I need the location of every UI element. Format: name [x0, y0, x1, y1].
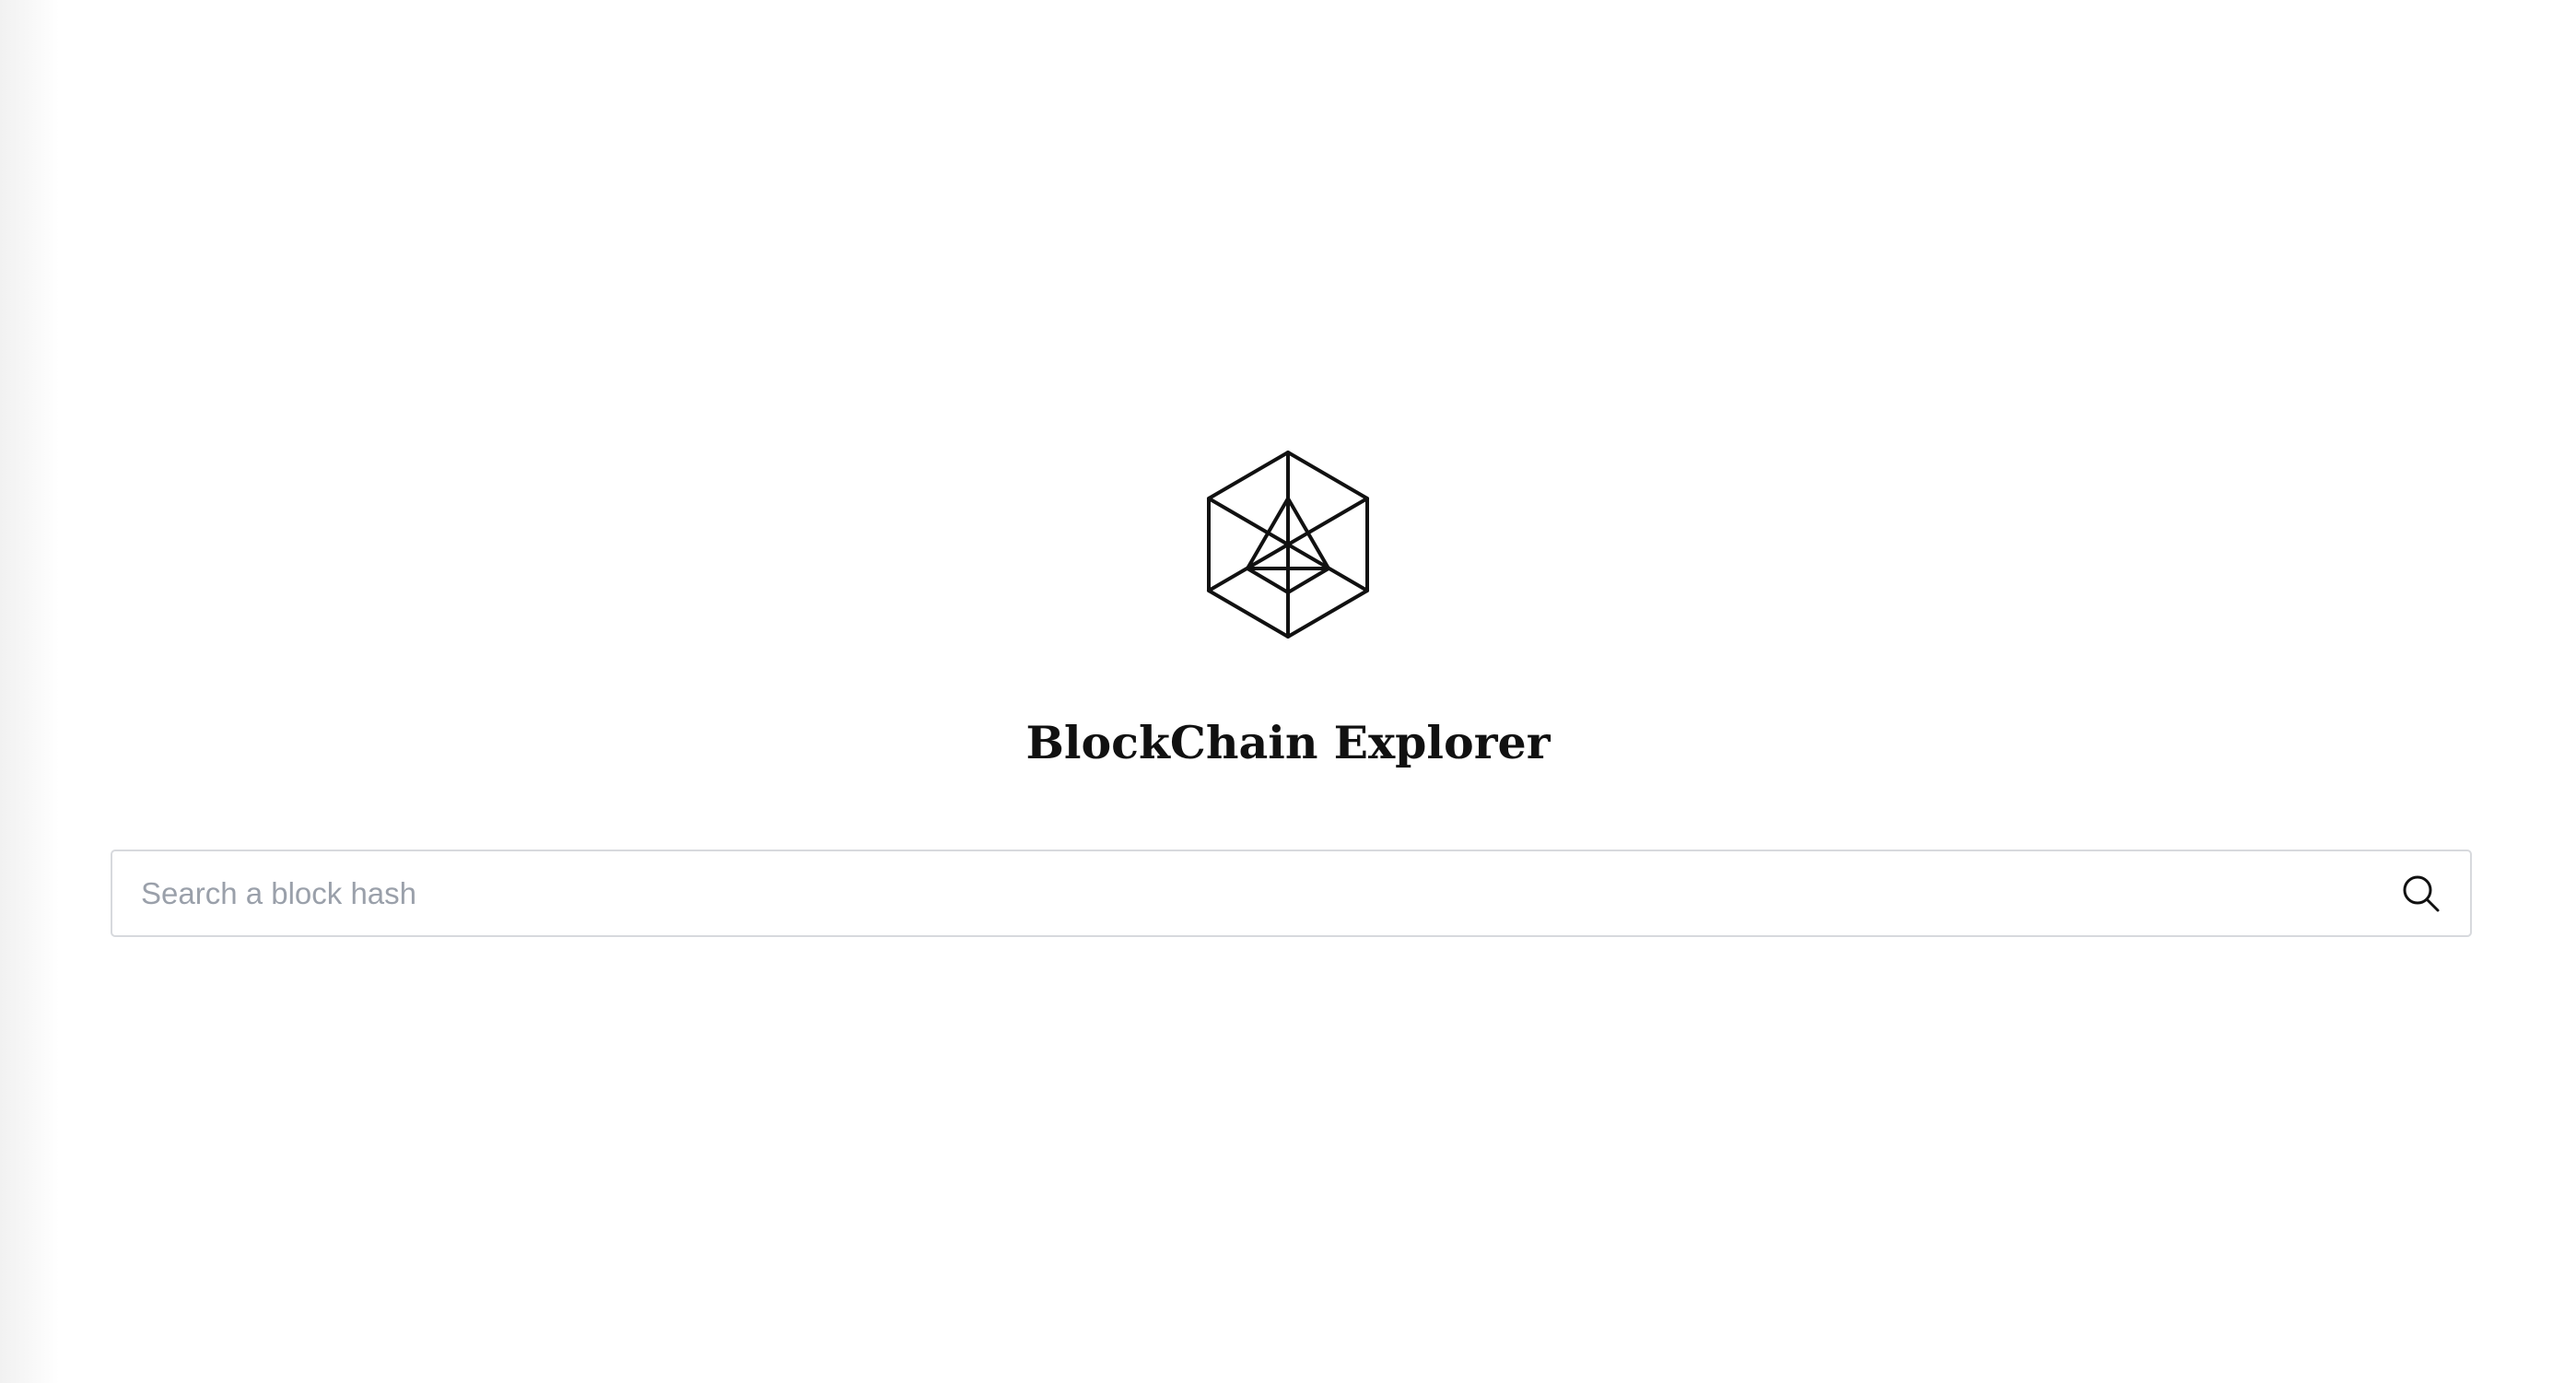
search-input[interactable] — [112, 851, 2360, 935]
search-icon[interactable] — [2398, 871, 2444, 917]
search-button[interactable] — [2398, 871, 2444, 917]
left-edge-shadow — [0, 0, 59, 1383]
hexagon-cube-icon — [1205, 449, 1371, 640]
blockchain-explorer-page: BlockChain Explorer — [0, 0, 2576, 1383]
search-bar — [111, 850, 2472, 937]
page-title: BlockChain Explorer — [1025, 715, 1551, 769]
